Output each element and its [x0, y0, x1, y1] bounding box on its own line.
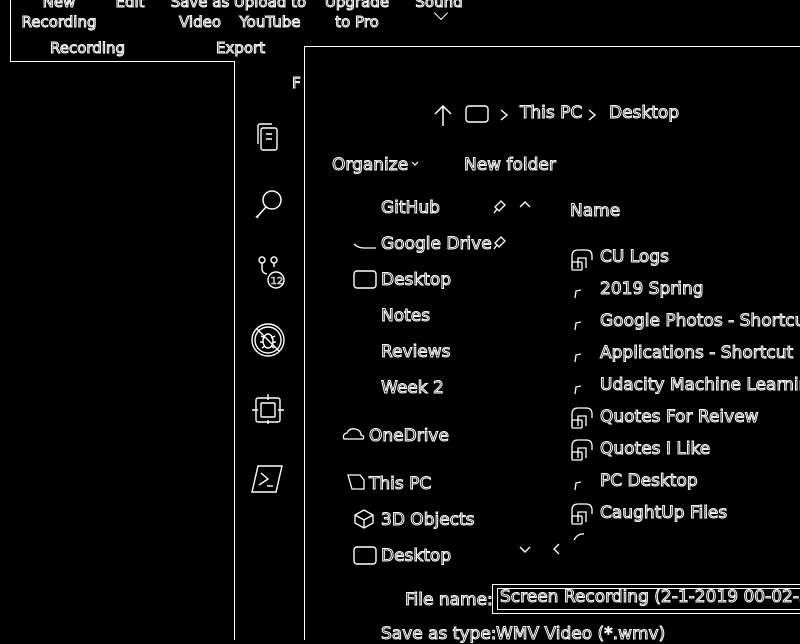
upload-youtube-button[interactable]: Upload to YouTube [230, 0, 310, 32]
edit-label: Edit [115, 0, 145, 12]
nav-item-google-drive[interactable]: Google Drive [381, 234, 493, 255]
extensions-icon[interactable] [248, 388, 288, 428]
file-item-applications-shortcut[interactable]: Applications - Shortcut [599, 343, 793, 364]
shared-folder-icon [571, 439, 593, 461]
file-item-cu-logs[interactable]: CU Logs [600, 247, 670, 268]
save-as-video-button[interactable]: Save as Video [160, 0, 240, 32]
debug-no-bugs-icon[interactable] [248, 320, 288, 360]
3d-objects-icon [354, 509, 374, 529]
shared-folder-icon [571, 503, 593, 525]
shortcut-folder-icon [574, 353, 582, 363]
nav-item-3d-objects[interactable]: 3D Objects [381, 510, 476, 531]
organize-button[interactable]: Organize [331, 155, 408, 176]
shortcut-folder-icon [574, 321, 582, 331]
file-item-caughtup-files[interactable]: CaughtUp Files [599, 503, 727, 524]
upgrade-pro-button[interactable]: Upgrade to Pro [318, 0, 396, 32]
file-item-2019-spring[interactable]: 2019 Spring [600, 279, 705, 300]
shared-folder-icon [571, 407, 593, 429]
file-name-input[interactable]: Screen Recording (2-1-2019 00-02-59) [492, 584, 800, 614]
ribbon-divider [10, 61, 235, 62]
save-as-video-label-line2: Video [178, 13, 222, 32]
folder-icon [574, 385, 582, 395]
up-arrow-icon[interactable] [432, 102, 454, 128]
dialog-left-border [304, 46, 305, 640]
nav-item-notes[interactable]: Notes [380, 306, 430, 327]
address-location-icon [465, 105, 489, 123]
column-header-name[interactable]: Name [569, 201, 620, 222]
new-recording-label-line2: Recording [21, 13, 97, 32]
file-item-quotes-for-reivew[interactable]: Quotes For Reivew [600, 407, 760, 428]
desktop-icon [353, 270, 377, 289]
save-as-type-label: Save as type: [381, 624, 498, 644]
toolbar-fragment-label: F [292, 74, 302, 93]
breadcrumb-separator-icon [588, 109, 597, 121]
nav-item-github[interactable]: GitHub [381, 198, 441, 219]
group-label-recording: Recording [49, 39, 126, 58]
shared-folder-icon [571, 249, 593, 271]
copy-pages-icon[interactable] [248, 116, 288, 156]
vertical-toolbar: F 12 [236, 62, 304, 640]
new-recording-label-line1: New [42, 0, 76, 12]
left-pane-border [234, 62, 235, 640]
file-list: CU Logs 2019 Spring Google Photos - Shor… [566, 244, 800, 544]
edit-button[interactable]: Edit [100, 0, 160, 12]
upload-youtube-label-line2: YouTube [239, 13, 301, 32]
file-item-udacity-machine-learning[interactable]: Udacity Machine Learning [599, 375, 800, 396]
nav-item-week-2[interactable]: Week 2 [381, 378, 445, 399]
new-folder-button[interactable]: New folder [464, 155, 557, 176]
nav-item-desktop-pc[interactable]: Desktop [380, 546, 451, 567]
folder-icon [574, 481, 582, 491]
file-item-pc-desktop[interactable]: PC Desktop [600, 471, 699, 492]
navigation-pane: GitHub Google Drive Desktop Notes Review… [320, 192, 565, 567]
file-name-label: File name: [405, 590, 494, 611]
save-as-type-select[interactable]: WMV Video (*.wmv) [495, 624, 665, 644]
svg-text:12: 12 [271, 276, 284, 287]
ribbon-left-edge [10, 0, 11, 62]
save-as-video-label-line1: Save as [170, 0, 230, 12]
google-drive-icon [353, 243, 376, 249]
this-pc-icon [347, 474, 365, 490]
file-item-quotes-i-like[interactable]: Quotes I Like [599, 439, 710, 460]
upgrade-pro-label-line1: Upgrade [324, 0, 390, 12]
organize-chevron-down-icon[interactable] [410, 160, 420, 168]
scroll-down-chevron-icon[interactable] [518, 544, 532, 556]
folder-icon [574, 289, 582, 299]
new-recording-button[interactable]: New Recording [14, 0, 104, 32]
scroll-up-chevron-icon[interactable] [518, 198, 532, 210]
nav-item-reviews[interactable]: Reviews [381, 342, 452, 363]
nav-item-onedrive[interactable]: OneDrive [369, 426, 450, 447]
partial-folder-icon [573, 533, 585, 540]
pin-icon [493, 236, 506, 250]
terminal-icon[interactable] [248, 458, 288, 498]
nav-item-desktop[interactable]: Desktop [380, 270, 451, 291]
file-name-value: Screen Recording (2-1-2019 00-02-59) [499, 587, 800, 608]
search-icon[interactable] [248, 184, 288, 224]
breadcrumb-this-pc[interactable]: This PC [519, 103, 582, 124]
source-control-icon[interactable]: 12 [248, 250, 288, 290]
dialog-top-border [304, 46, 800, 47]
scroll-left-chevron-icon[interactable] [550, 542, 562, 556]
breadcrumb-desktop[interactable]: Desktop [608, 103, 679, 124]
upload-youtube-label-line1: Upload to [233, 0, 307, 12]
group-label-export: Export [215, 39, 266, 58]
pin-icon [493, 200, 506, 214]
upgrade-pro-label-line2: to Pro [335, 13, 380, 32]
breadcrumb-separator-icon [500, 109, 509, 121]
onedrive-cloud-icon [342, 428, 365, 440]
nav-item-this-pc[interactable]: This PC [368, 474, 431, 495]
file-item-google-photos-shortcut[interactable]: Google Photos - Shortcut [599, 311, 800, 332]
desktop-icon [353, 546, 377, 565]
